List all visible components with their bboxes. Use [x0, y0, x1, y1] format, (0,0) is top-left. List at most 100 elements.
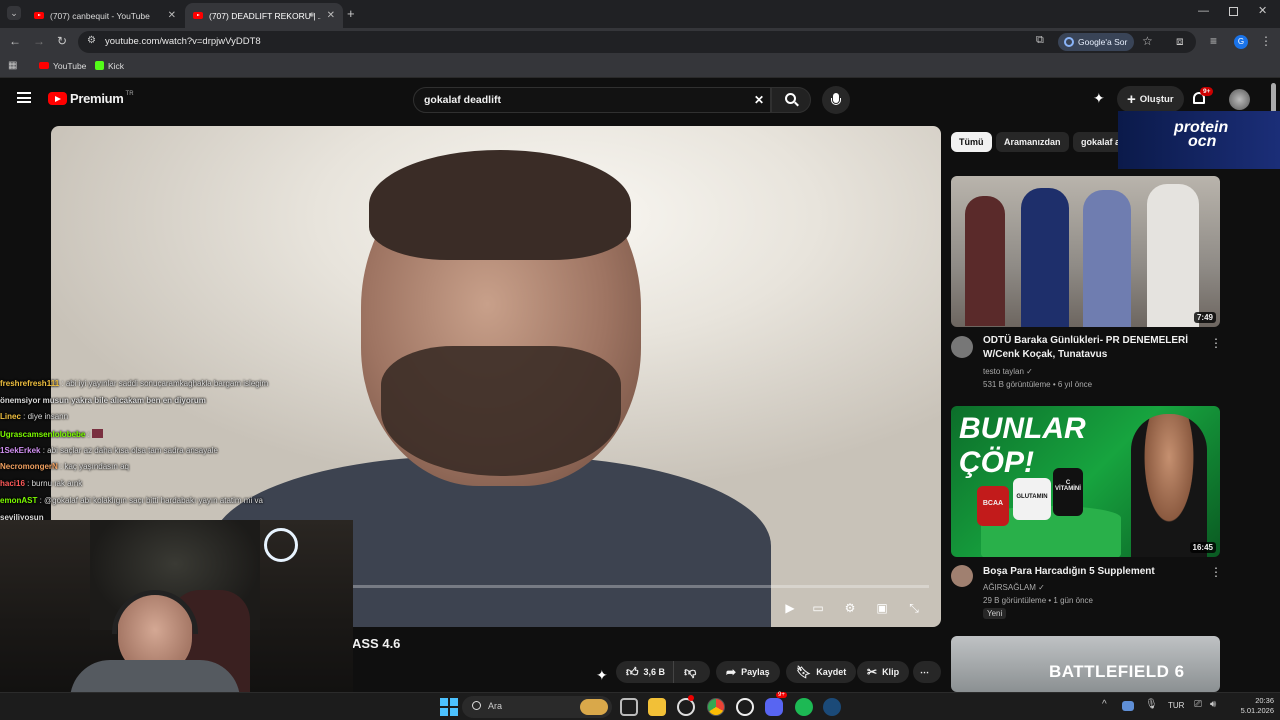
minimize-icon[interactable]: — — [1198, 6, 1209, 17]
chat-message: NecromongerN : kaç yaşındasın aq — [0, 462, 350, 479]
speaker-icon[interactable]: 🔊︎ — [309, 10, 314, 20]
file-explorer-icon[interactable] — [648, 698, 666, 716]
chat-text: önemsiyor musun yakra bile alıcakam ben … — [0, 395, 206, 405]
volume-icon[interactable]: 🔊︎ — [1210, 700, 1216, 710]
more-actions-button[interactable]: ⋯ — [913, 661, 941, 683]
chatgpt-icon[interactable] — [736, 698, 754, 716]
more-options-icon[interactable]: ⋮ — [1210, 565, 1222, 579]
browser-toolbar: ← → ↻ ⚙︎ youtube.com/watch?v=drpjwVyDDT8… — [0, 28, 1280, 56]
chat-message: emonAST : @gokalaf abi kolaklıgın saçı b… — [0, 496, 350, 513]
channel-avatar[interactable] — [951, 336, 973, 358]
tab-search-icon[interactable]: ⌄ — [7, 6, 21, 20]
apps-grid-icon[interactable]: ▦ — [8, 61, 17, 71]
bookmark-youtube[interactable]: YouTube — [39, 61, 86, 71]
hamburger-menu-icon[interactable] — [17, 92, 31, 103]
notifications-button[interactable]: 9+ — [1193, 87, 1214, 109]
search-icon — [472, 701, 481, 710]
spotify-icon[interactable] — [795, 698, 813, 716]
steam-icon[interactable] — [823, 698, 841, 716]
video-thumbnail[interactable]: BUNLAR ÇÖP! BCAA GLUTAMIN C VİTAMİNİ 16:… — [951, 406, 1220, 557]
google-ask-button[interactable]: Google'a Sor — [1058, 33, 1135, 51]
forward-icon[interactable]: → — [33, 35, 45, 47]
network-icon[interactable]: ⎚ — [1194, 700, 1202, 710]
maximize-icon[interactable] — [1229, 7, 1238, 16]
input-language[interactable]: TUR — [1168, 701, 1184, 710]
banner-line2: ocn — [1188, 133, 1217, 150]
search-value: gokalaf deadlift — [424, 94, 502, 106]
microphone-icon[interactable]: 🎙︎ — [1145, 700, 1158, 710]
dislike-button[interactable]: 👎︎ — [674, 665, 706, 680]
clear-search-icon[interactable]: ✕ — [754, 93, 764, 107]
menu-icon[interactable]: ⋮ — [1260, 35, 1272, 47]
discord-icon[interactable]: 9+ — [765, 692, 787, 716]
bookmark-star-icon[interactable]: ☆ — [1142, 35, 1153, 47]
thumbnail-text: ÇÖP! — [959, 446, 1034, 479]
new-tab-icon[interactable]: + — [347, 7, 355, 20]
channel-name[interactable]: testo taylan ✓ — [983, 367, 1033, 376]
clip-label: Klip — [882, 667, 900, 677]
settings-icon[interactable]: ⚙ — [839, 598, 861, 618]
video-thumbnail[interactable]: 7:49 — [951, 176, 1220, 327]
profile-avatar[interactable]: G — [1234, 35, 1248, 49]
address-bar[interactable]: ⚙︎ youtube.com/watch?v=drpjwVyDDT8 ⧉ Goo… — [78, 31, 1196, 53]
close-icon[interactable]: ✕ — [327, 10, 335, 21]
ai-ask-icon[interactable]: ✦ — [596, 667, 608, 684]
chrome-icon[interactable] — [707, 698, 725, 716]
back-icon[interactable]: ← — [9, 35, 21, 47]
close-window-icon[interactable]: ✕ — [1258, 6, 1267, 17]
tab-2[interactable]: (707) DEADLIFT REKORU | ... 🔊︎ ✕ — [185, 3, 343, 28]
reload-icon[interactable]: ↻ — [57, 35, 67, 47]
search-input[interactable]: gokalaf deadlift ✕ — [413, 87, 771, 113]
cloud-app-icon[interactable] — [677, 695, 695, 716]
tray-chevron-icon[interactable]: ^ — [1102, 700, 1107, 710]
windows-start-icon[interactable] — [440, 698, 458, 716]
chat-message: önemsiyor musun yakra bile alıcakam ben … — [0, 396, 350, 413]
chat-message: haci16 : burnu ıak aınk — [0, 479, 350, 496]
notification-badge: 9+ — [1200, 87, 1214, 96]
search-button[interactable] — [771, 87, 811, 113]
channel-avatar[interactable] — [951, 565, 973, 587]
save-button[interactable]: 🔖︎ Kaydet — [786, 661, 857, 683]
autoplay-toggle-icon[interactable]: ▶ — [779, 598, 801, 618]
tab-media-icon[interactable]: ≡ — [1210, 35, 1217, 47]
clock[interactable]: 20:36 5.01.2026 — [1230, 696, 1274, 716]
bookmark-kick[interactable]: Kick — [95, 61, 124, 71]
youtube-logo-icon — [48, 92, 67, 105]
site-info-icon[interactable]: ⚙︎ — [87, 36, 96, 46]
theater-mode-icon[interactable]: ▣ — [871, 598, 893, 618]
subtitles-icon[interactable]: ▭ — [807, 598, 829, 618]
share-button[interactable]: ➦ Paylaş — [716, 661, 780, 683]
extensions-icon[interactable]: ⧈ — [1176, 35, 1184, 47]
page-scrollbar[interactable] — [1271, 83, 1276, 113]
like-button[interactable]: 👍︎ 3,6 B — [616, 661, 675, 683]
video-thumbnail[interactable]: BATTLEFIELD 6 — [951, 636, 1220, 692]
chip-from-search[interactable]: Aramanızdan — [996, 132, 1069, 152]
youtube-logo[interactable]: Premium TR — [48, 91, 134, 106]
chip-all[interactable]: Tümü — [951, 132, 992, 152]
voice-search-button[interactable] — [822, 86, 850, 114]
create-button[interactable]: + Oluştur — [1117, 86, 1184, 112]
chip-label: gokalaf a — [1081, 137, 1121, 147]
task-view-icon[interactable] — [620, 698, 638, 716]
share-icon: ➦ — [726, 665, 737, 679]
clip-button[interactable]: ✂ Klip — [857, 661, 910, 683]
video-title[interactable]: Boşa Para Harcadığın 5 Supplement — [983, 565, 1203, 579]
tray-app-icon[interactable] — [1122, 701, 1134, 711]
fullscreen-icon[interactable]: ⤡ — [903, 598, 925, 618]
close-icon[interactable]: ✕ — [168, 10, 176, 21]
video-title[interactable]: ODTÜ Baraka Günlükleri- PR DENEMELERİ W/… — [983, 334, 1203, 362]
channel-name[interactable]: AĞIRSAĞLAM ✓ — [983, 583, 1045, 592]
chat-text: : abi saçlar az daha kısa olsa tam sadra… — [42, 445, 218, 455]
user-avatar[interactable] — [1229, 89, 1250, 110]
more-options-icon[interactable]: ⋮ — [1210, 336, 1222, 350]
thumbnail-person — [965, 196, 1005, 326]
cast-icon[interactable]: ⧉ — [1036, 35, 1044, 46]
youtube-favicon-icon — [193, 12, 203, 19]
taskbar-search[interactable]: Ara — [462, 696, 612, 718]
logo-text: Premium — [70, 91, 124, 106]
thumbnail-jar: C VİTAMİNİ — [1053, 468, 1083, 516]
ai-sparkle-icon[interactable]: ✦ — [1093, 90, 1105, 107]
thumbnail-jar: BCAA — [977, 486, 1009, 526]
tab-1[interactable]: (707) canbequit - YouTube ✕ — [26, 3, 184, 28]
duration-badge: 7:49 — [1193, 312, 1216, 323]
